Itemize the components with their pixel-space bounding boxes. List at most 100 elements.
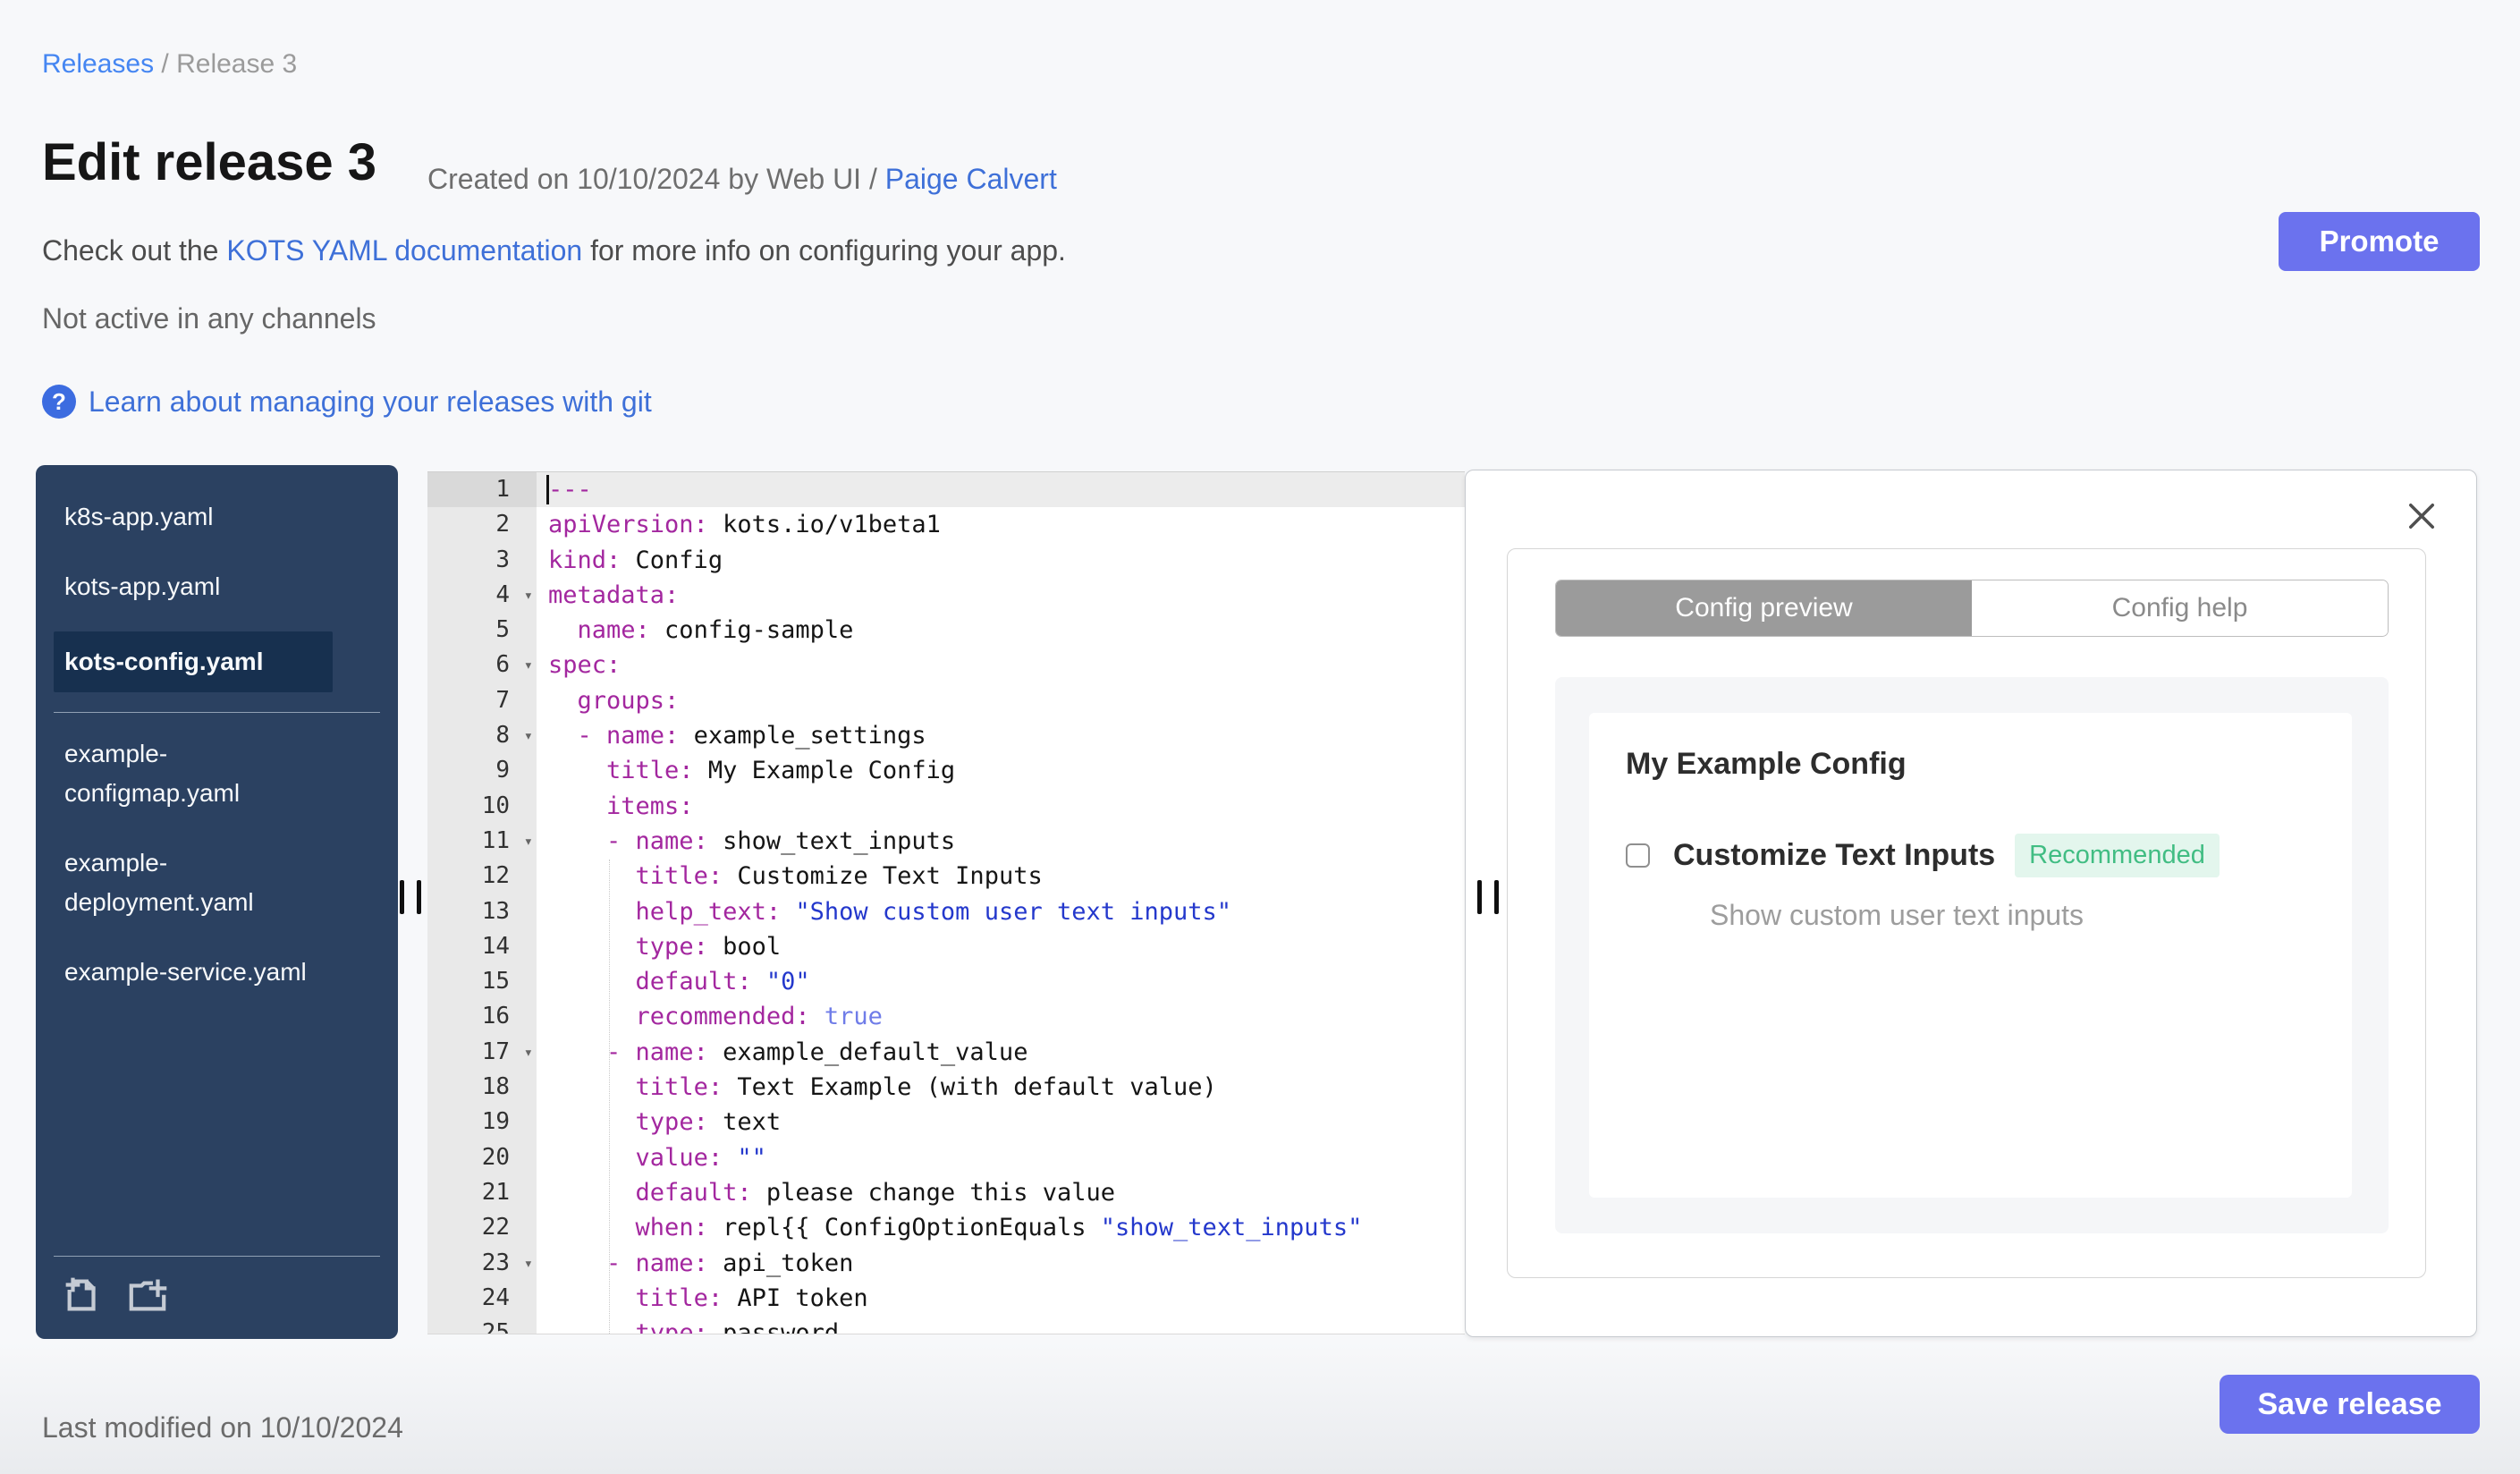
editor-line[interactable]: 4 ▾ metadata: xyxy=(427,577,1465,614)
editor-line[interactable]: 19 type: text xyxy=(427,1105,1465,1140)
editor-line[interactable]: 25 type: password xyxy=(427,1316,1465,1334)
editor-gutter-line-number: 9 xyxy=(427,753,537,789)
editor-line[interactable]: 18 title: Text Example (with default val… xyxy=(427,1070,1465,1106)
sidebar-item-example-configmap.yaml[interactable]: example-configmap.yaml xyxy=(54,729,333,818)
editor-code-text: spec: xyxy=(548,651,622,680)
editor-code-text: when: repl{{ ConfigOptionEquals "show_te… xyxy=(635,1214,1363,1242)
sidebar-item-example-service.yaml[interactable]: example-service.yaml xyxy=(54,947,333,997)
editor-code-text: --- xyxy=(537,472,1465,508)
editor-gutter-line-number: 8 ▾ xyxy=(427,718,537,754)
config-group-title: My Example Config xyxy=(1626,747,1907,781)
author-link[interactable]: Paige Calvert xyxy=(885,163,1057,195)
yaml-code-editor[interactable]: 1 --- 2 apiVersion: kots.io/v1beta1 3 kind: C… xyxy=(427,471,1465,1334)
editor-code-text: recommended: true xyxy=(635,1003,883,1031)
editor-gutter-line-number: 21 xyxy=(427,1174,537,1211)
channel-status-text: Not active in any channels xyxy=(42,302,376,335)
sidebar-resize-handle[interactable] xyxy=(400,880,404,914)
sidebar-item-example-deployment.yaml[interactable]: example-deployment.yaml xyxy=(54,838,333,928)
editor-gutter-line-number: 11 ▾ xyxy=(427,823,537,860)
doc-line: Check out the KOTS YAML documentation fo… xyxy=(42,234,1066,267)
sidebar-divider xyxy=(54,712,380,713)
editor-line[interactable]: 21 default: please change this value xyxy=(427,1174,1465,1211)
editor-code-text: type: password xyxy=(635,1319,840,1334)
editor-line[interactable]: 17 ▾ - name: example_default_value xyxy=(427,1034,1465,1071)
editor-code-text: - name: show_text_inputs xyxy=(606,826,956,855)
fold-toggle-icon[interactable]: ▾ xyxy=(524,1247,533,1282)
fold-toggle-icon[interactable]: ▾ xyxy=(524,648,533,683)
sidebar-item-k8s-app.yaml[interactable]: k8s-app.yaml xyxy=(54,492,333,542)
editor-gutter-line-number: 6 ▾ xyxy=(427,648,537,683)
editor-line[interactable]: 13 help_text: "Show custom user text inp… xyxy=(427,894,1465,929)
config-group-card: My Example Config Customize Text Inputs … xyxy=(1589,713,2352,1198)
editor-code-text: value: "" xyxy=(635,1143,766,1172)
sidebar-file-list-bottom: example-configmap.yaml example-deployment… xyxy=(36,729,398,997)
sidebar-item-kots-app.yaml[interactable]: kots-app.yaml xyxy=(54,562,333,612)
sidebar-bottom-divider xyxy=(54,1256,380,1257)
config-item-label: Customize Text Inputs xyxy=(1673,838,1996,872)
close-icon[interactable] xyxy=(2403,497,2440,535)
sidebar-item-kots-config.yaml[interactable]: kots-config.yaml xyxy=(54,631,333,692)
promote-button[interactable]: Promote xyxy=(2279,212,2480,271)
editor-line[interactable]: 5 name: config-sample xyxy=(427,613,1465,648)
editor-line[interactable]: 6 ▾ spec: xyxy=(427,648,1465,683)
editor-line[interactable]: 16 recommended: true xyxy=(427,999,1465,1035)
save-release-button[interactable]: Save release xyxy=(2220,1375,2480,1434)
editor-line[interactable]: 24 title: API token xyxy=(427,1280,1465,1317)
editor-line[interactable]: 15 default: "0" xyxy=(427,964,1465,1000)
editor-line[interactable]: 7 groups: xyxy=(427,682,1465,719)
editor-line[interactable]: 20 value: "" xyxy=(427,1139,1465,1175)
editor-code-text: - name: example_default_value xyxy=(606,1038,1028,1066)
sidebar-resize-handle[interactable] xyxy=(417,880,421,914)
editor-code-text: name: config-sample xyxy=(577,616,854,645)
editor-code-text: type: bool xyxy=(635,932,782,961)
editor-line[interactable]: 11 ▾ - name: show_text_inputs xyxy=(427,823,1465,860)
editor-line[interactable]: 8 ▾ - name: example_settings xyxy=(427,718,1465,754)
preview-resize-handle[interactable] xyxy=(1477,880,1482,914)
fold-toggle-icon[interactable]: ▾ xyxy=(524,1036,533,1071)
editor-line[interactable]: 9 title: My Example Config xyxy=(427,753,1465,789)
new-folder-icon[interactable] xyxy=(127,1275,168,1316)
editor-line[interactable]: 1 --- xyxy=(427,472,1465,508)
editor-gutter-line-number: 1 xyxy=(427,472,537,508)
breadcrumb-current: Release 3 xyxy=(176,49,298,79)
doc-suffix: for more info on configuring your app. xyxy=(582,234,1066,267)
customize-text-inputs-checkbox[interactable] xyxy=(1626,843,1650,868)
fold-toggle-icon[interactable]: ▾ xyxy=(524,579,533,614)
editor-gutter-line-number: 16 xyxy=(427,999,537,1035)
editor-gutter-line-number: 5 xyxy=(427,613,537,648)
editor-code-text: help_text: "Show custom user text inputs… xyxy=(635,897,1232,926)
git-releases-link[interactable]: Learn about managing your releases with … xyxy=(89,385,652,419)
tab-config-preview[interactable]: Config preview xyxy=(1556,580,1972,636)
editor-gutter-line-number: 19 xyxy=(427,1105,537,1140)
sidebar-file-list-top: k8s-app.yaml kots-app.yaml kots-config.yam… xyxy=(36,492,398,692)
editor-gutter-line-number: 22 xyxy=(427,1210,537,1246)
help-icon: ? xyxy=(42,385,76,419)
page-title: Edit release 3 xyxy=(42,133,376,191)
editor-line[interactable]: 3 kind: Config xyxy=(427,542,1465,578)
editor-line[interactable]: 23 ▾ - name: api_token xyxy=(427,1245,1465,1282)
fold-toggle-icon[interactable]: ▾ xyxy=(524,825,533,860)
fold-toggle-icon[interactable]: ▾ xyxy=(524,719,533,754)
editor-gutter-line-number: 20 xyxy=(427,1139,537,1175)
editor-gutter-line-number: 4 ▾ xyxy=(427,577,537,614)
tab-config-help[interactable]: Config help xyxy=(1972,580,2388,636)
editor-gutter-line-number: 17 ▾ xyxy=(427,1034,537,1071)
git-help-row[interactable]: ? Learn about managing your releases wit… xyxy=(42,385,652,419)
breadcrumb-separator: / xyxy=(154,49,177,79)
new-file-icon[interactable] xyxy=(63,1275,104,1316)
editor-gutter-line-number: 7 xyxy=(427,682,537,719)
editor-line[interactable]: 22 when: repl{{ ConfigOptionEquals "show… xyxy=(427,1210,1465,1246)
breadcrumb-releases-link[interactable]: Releases xyxy=(42,49,154,79)
preview-resize-handle[interactable] xyxy=(1494,880,1499,914)
editor-code-text: - name: api_token xyxy=(606,1249,854,1277)
editor-gutter-line-number: 12 xyxy=(427,859,537,894)
editor-code-text: metadata: xyxy=(548,580,680,609)
editor-line[interactable]: 14 type: bool xyxy=(427,928,1465,965)
editor-code-text: title: API token xyxy=(635,1283,868,1312)
editor-line[interactable]: 12 title: Customize Text Inputs xyxy=(427,859,1465,894)
editor-line[interactable]: 10 items: xyxy=(427,788,1465,824)
editor-code-text: kind: Config xyxy=(548,546,723,574)
kots-yaml-doc-link[interactable]: KOTS YAML documentation xyxy=(226,234,582,267)
editor-code-text: apiVersion: kots.io/v1beta1 xyxy=(548,511,941,539)
editor-line[interactable]: 2 apiVersion: kots.io/v1beta1 xyxy=(427,507,1465,543)
